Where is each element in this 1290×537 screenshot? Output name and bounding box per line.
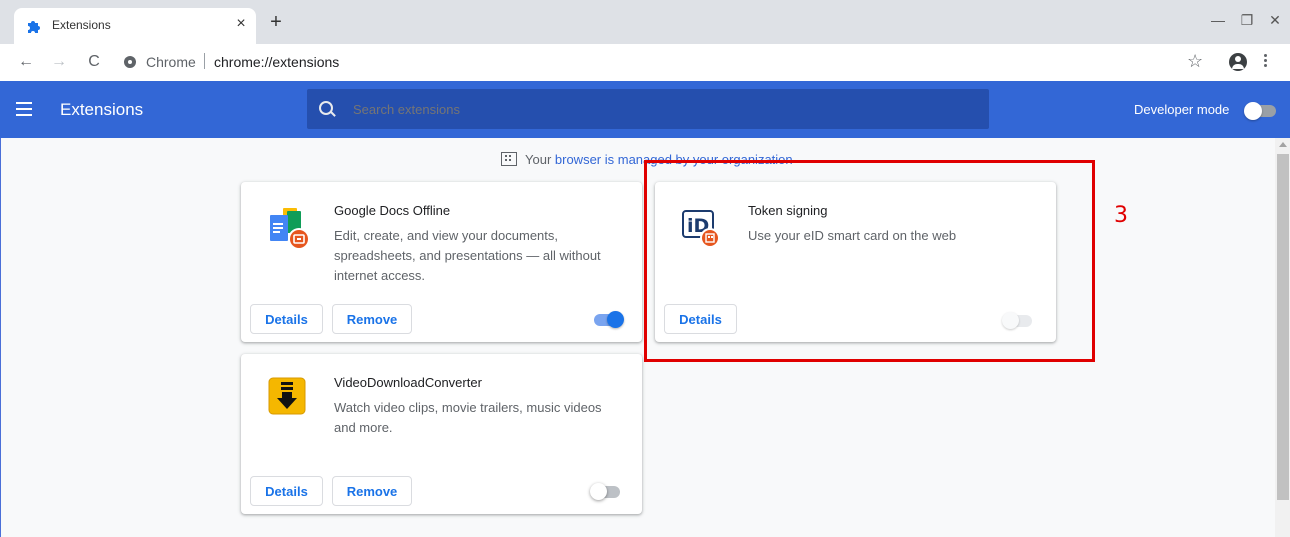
extension-card-videodownloadconverter: VideoDownloadConverter Watch video clips… bbox=[241, 354, 642, 514]
forward-button[interactable]: → bbox=[50, 53, 68, 71]
managed-prefix: Your bbox=[525, 152, 555, 167]
remove-button[interactable]: Remove bbox=[332, 476, 412, 506]
tab-title: Extensions bbox=[52, 18, 111, 32]
extension-card-google-docs-offline: Google Docs Offline Edit, create, and vi… bbox=[241, 182, 642, 342]
browser-toolbar: ← → C Chrome chrome://extensions ☆ bbox=[0, 44, 1290, 82]
address-bar[interactable]: Chrome chrome://extensions bbox=[116, 49, 1176, 75]
scroll-up-arrow-icon[interactable] bbox=[1279, 142, 1287, 147]
extension-enable-toggle[interactable] bbox=[594, 311, 624, 328]
details-button[interactable]: Details bbox=[250, 304, 323, 334]
annotation-number: 3 bbox=[1114, 203, 1128, 228]
details-button[interactable]: Details bbox=[250, 476, 323, 506]
omnibox-separator bbox=[204, 53, 205, 69]
back-button[interactable]: ← bbox=[17, 53, 35, 71]
tab-close-button[interactable]: × bbox=[232, 14, 250, 34]
close-window-button[interactable]: ✕ bbox=[1264, 12, 1286, 29]
page-title: Extensions bbox=[60, 100, 144, 119]
scroll-thumb[interactable] bbox=[1277, 154, 1289, 500]
new-tab-button[interactable]: + bbox=[267, 12, 285, 32]
menu-icon[interactable] bbox=[16, 102, 32, 116]
extension-description: Watch video clips, movie trailers, music… bbox=[334, 400, 602, 435]
developer-mode-label: Developer mode bbox=[1134, 102, 1230, 117]
extension-enable-toggle[interactable] bbox=[590, 483, 620, 500]
reload-button[interactable]: C bbox=[85, 53, 103, 71]
search-box[interactable] bbox=[307, 89, 989, 129]
account-avatar-icon[interactable] bbox=[1229, 53, 1247, 71]
minimize-button[interactable]: — bbox=[1207, 12, 1229, 28]
chrome-icon bbox=[124, 56, 136, 68]
search-input[interactable] bbox=[351, 101, 855, 118]
extension-description: Edit, create, and view your documents, s… bbox=[334, 228, 601, 283]
extension-name: Google Docs Offline bbox=[334, 203, 451, 218]
restore-button[interactable]: ❐ bbox=[1236, 12, 1258, 29]
search-icon bbox=[319, 101, 333, 115]
more-menu-icon[interactable] bbox=[1262, 52, 1268, 72]
download-arrow-icon bbox=[268, 377, 306, 415]
bookmark-star-icon[interactable]: ☆ bbox=[1187, 52, 1203, 70]
extension-name: VideoDownloadConverter bbox=[334, 375, 482, 390]
building-icon bbox=[501, 152, 517, 166]
developer-mode-toggle[interactable] bbox=[1244, 102, 1276, 120]
tab-extensions[interactable]: Extensions × bbox=[14, 8, 256, 44]
tab-strip: Extensions × + — ❐ ✕ bbox=[0, 0, 1290, 44]
remove-button[interactable]: Remove bbox=[332, 304, 412, 334]
url-text[interactable]: chrome://extensions bbox=[214, 54, 339, 70]
puzzle-piece-icon bbox=[28, 21, 40, 33]
annotation-highlight-box bbox=[644, 160, 1095, 362]
omnibox-chip: Chrome bbox=[146, 54, 196, 70]
vertical-scrollbar[interactable] bbox=[1275, 138, 1290, 537]
extensions-header: Extensions Developer mode bbox=[0, 81, 1290, 138]
google-docs-offline-icon bbox=[270, 208, 310, 250]
